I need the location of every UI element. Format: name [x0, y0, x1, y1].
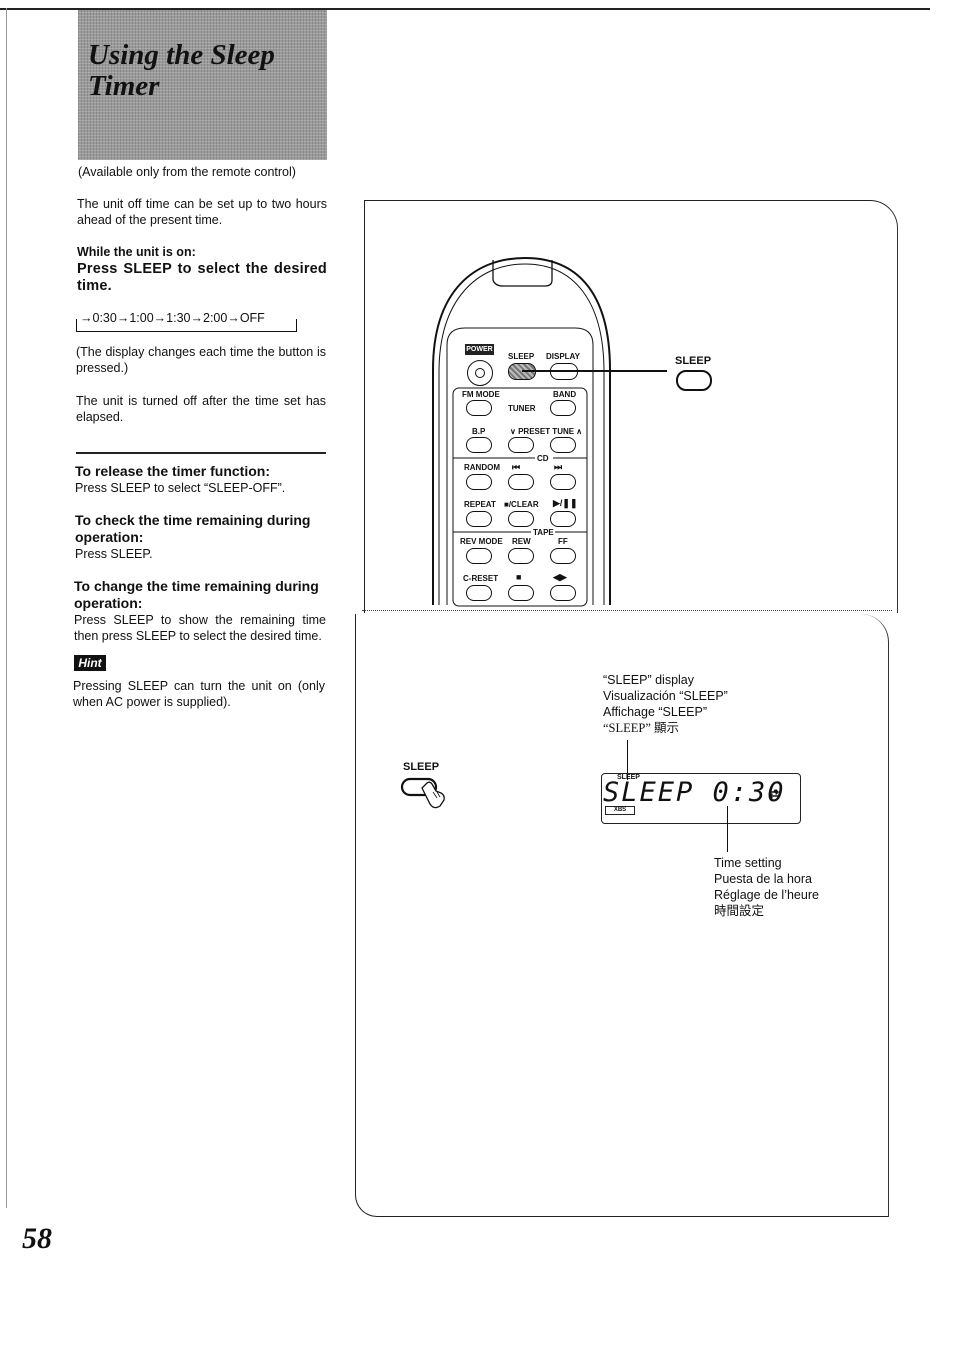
- sleep-display-caption: “SLEEP” display Visualización “SLEEP” Af…: [603, 672, 728, 736]
- bp-label: B.P: [472, 427, 486, 436]
- ff-label: FF: [558, 537, 568, 546]
- section-body: Press SLEEP.: [75, 547, 153, 561]
- caption-fr: Réglage de l’heure: [714, 888, 819, 902]
- page-edge-left: [6, 8, 7, 1208]
- hand-pressing-icon: [400, 777, 445, 809]
- power-button[interactable]: [467, 360, 493, 386]
- section-check: To check the time remaining during opera…: [75, 512, 327, 562]
- skip-forward-button[interactable]: [550, 474, 576, 490]
- caption-es: Puesta de la hora: [714, 872, 812, 886]
- display-label: DISPLAY: [546, 352, 580, 361]
- repeat-label: REPEAT: [464, 500, 496, 509]
- sleep-callout-line: [522, 370, 667, 372]
- bp-button[interactable]: [466, 437, 492, 453]
- random-button[interactable]: [466, 474, 492, 490]
- section-change: To change the time remaining during oper…: [74, 578, 326, 644]
- rev-mode-button[interactable]: [466, 548, 492, 564]
- cycle-return-line: [76, 331, 296, 332]
- cd-section-label: CD: [537, 454, 549, 463]
- direction-icon: ◀▶: [553, 572, 567, 582]
- section-heading: To release the timer function:: [75, 463, 270, 479]
- callout-sleep-label: SLEEP: [675, 355, 712, 367]
- cycle-right-bar: [296, 319, 297, 332]
- repeat-arrows-icon: ⇄: [769, 787, 780, 801]
- caption-en: “SLEEP” display: [603, 673, 695, 687]
- caption-en: Time setting: [714, 856, 782, 870]
- callout-sleep-button[interactable]: [676, 370, 712, 391]
- stop-icon: ■: [516, 572, 522, 582]
- result-note: The unit is turned off after the time se…: [76, 394, 326, 424]
- skip-back-icon: ⏮: [512, 462, 521, 472]
- ff-button[interactable]: [550, 548, 576, 564]
- rev-mode-label: REV MODE: [460, 537, 503, 546]
- time-leader-line: [727, 806, 728, 852]
- section-heading: To change the time remaining during oper…: [74, 578, 319, 611]
- page-title: Using the Sleep Timer: [88, 40, 323, 102]
- lcd-xbs-indicator: XBS: [605, 806, 635, 815]
- title-line-2: Timer: [88, 70, 160, 102]
- band-button[interactable]: [550, 400, 576, 416]
- hint-badge: Hint: [74, 655, 106, 671]
- sleep-label: SLEEP: [508, 352, 535, 361]
- c-reset-label: C-RESET: [463, 574, 499, 583]
- tuner-section-label: TUNER: [508, 404, 536, 413]
- random-label: RANDOM: [464, 463, 500, 472]
- section-body: Press SLEEP to show the remaining time t…: [74, 613, 326, 643]
- power-label: POWER: [465, 344, 494, 355]
- play-pause-button[interactable]: [550, 511, 576, 527]
- preset-tune-label: ∨ PRESET TUNE ∧: [510, 427, 583, 436]
- sleep-cycle-diagram: →0:30→1:00→1:30→2:00→OFF: [76, 311, 298, 339]
- lcd-readout: SLEEP 0:30: [603, 777, 786, 808]
- section-body: Press SLEEP to select “SLEEP-OFF”.: [75, 481, 286, 495]
- preset-down-button[interactable]: [508, 437, 534, 453]
- skip-forward-icon: ⏭: [554, 462, 563, 472]
- availability-note: (Available only from the remote control): [78, 165, 296, 179]
- tape-section-label: TAPE: [533, 528, 554, 537]
- section-heading: To check the time remaining during opera…: [75, 512, 311, 545]
- band-label: BAND: [553, 390, 577, 399]
- clear-button[interactable]: [508, 511, 534, 527]
- caption-fr: Affichage “SLEEP”: [603, 705, 707, 719]
- press-sleep-label: SLEEP: [403, 761, 440, 773]
- tape-direction-button[interactable]: [550, 585, 576, 601]
- caption-es: Visualización “SLEEP”: [603, 689, 728, 703]
- hint-text: Pressing SLEEP can turn the unit on (onl…: [73, 679, 325, 709]
- rew-label: REW: [512, 537, 531, 546]
- cycle-sequence: →0:30→1:00→1:30→2:00→OFF: [80, 311, 265, 325]
- play-pause-icon: ▶/❚❚: [553, 498, 578, 508]
- section-release: To release the timer function: Press SLE…: [75, 463, 327, 496]
- tape-stop-button[interactable]: [508, 585, 534, 601]
- caption-zh: “SLEEP” 顯示: [603, 721, 680, 735]
- step-instruction: Press SLEEP to select the desired time.: [77, 261, 327, 294]
- panel-separator: [362, 610, 892, 611]
- power-icon: [475, 368, 485, 378]
- intro-text: The unit off time can be set up to two h…: [77, 197, 327, 227]
- time-setting-caption: Time setting Puesta de la hora Réglage d…: [714, 855, 819, 919]
- skip-back-button[interactable]: [508, 474, 534, 490]
- fm-mode-label: FM MODE: [462, 390, 500, 399]
- page-number: 58: [22, 1222, 52, 1255]
- title-line-1: Using the Sleep: [88, 39, 275, 71]
- rew-button[interactable]: [508, 548, 534, 564]
- preset-up-button[interactable]: [550, 437, 576, 453]
- repeat-button[interactable]: [466, 511, 492, 527]
- display-note: (The display changes each time the butto…: [76, 345, 326, 375]
- stop-clear-label: ■/CLEAR: [504, 500, 539, 509]
- step-condition: While the unit is on:: [77, 245, 196, 259]
- section-divider: [76, 452, 326, 454]
- fm-mode-button[interactable]: [466, 400, 492, 416]
- caption-zh: 時間設定: [714, 903, 765, 918]
- c-reset-button[interactable]: [466, 585, 492, 601]
